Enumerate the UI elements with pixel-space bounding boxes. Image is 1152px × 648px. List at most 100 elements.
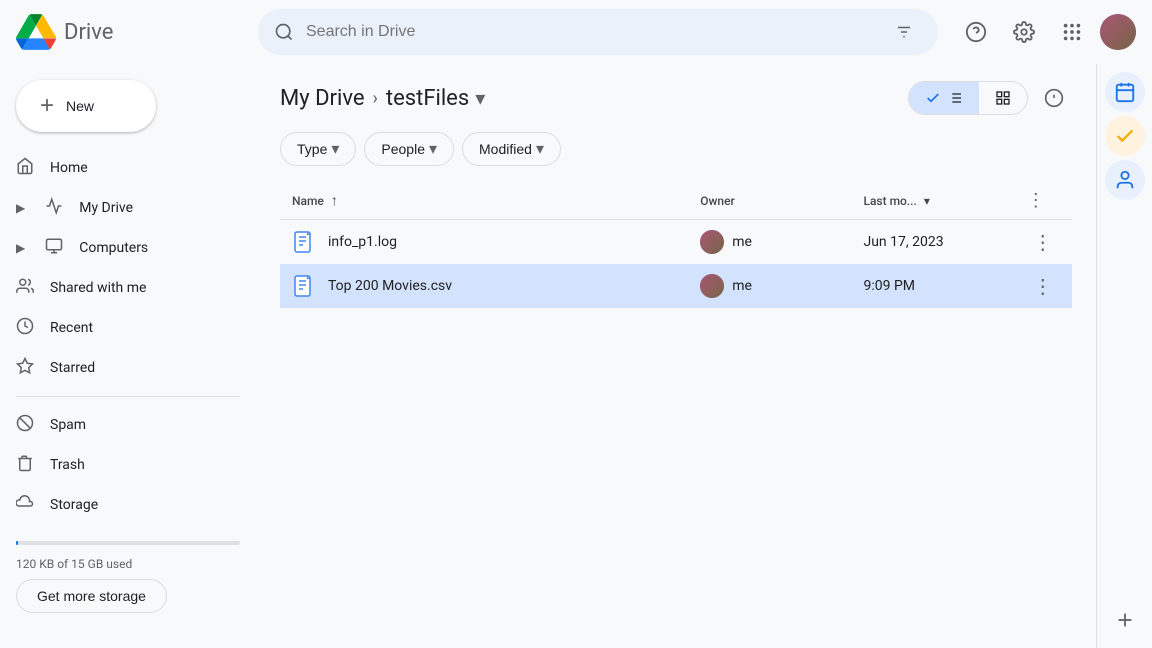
type-filter-chip[interactable]: Type ▾ [280,132,356,166]
sidebar-item-shared-with-me[interactable]: Shared with me [0,268,240,308]
info-button[interactable] [1036,80,1072,116]
logo-area: Drive [16,12,246,52]
apps-button[interactable] [1052,12,1092,52]
storage-section: 120 KB of 15 GB used Get more storage [0,533,256,621]
file-name: info_p1.log [328,234,397,250]
tasks-app-button[interactable] [1105,116,1145,156]
add-app-button[interactable] [1105,600,1145,640]
my-drive-icon [45,197,63,220]
spam-icon [16,414,34,437]
modified-cell-0: Jun 17, 2023 [851,220,1014,265]
sidebar-my-drive-label: My Drive [79,200,133,216]
file-doc-icon [292,274,316,298]
storage-usage-text: 120 KB of 15 GB used [16,557,240,571]
owner-name: me [732,234,752,250]
starred-icon [16,357,34,380]
modified-filter-arrow-icon: ▾ [536,139,544,159]
right-sidebar [1096,64,1152,648]
file-name-cell-1: Top 200 Movies.csv [280,264,688,308]
search-input[interactable] [306,23,875,41]
file-name: Top 200 Movies.csv [328,278,452,294]
recent-icon [16,317,34,340]
contacts-app-button[interactable] [1105,160,1145,200]
sidebar-item-starred[interactable]: Starred [0,348,240,388]
file-more-options-button[interactable]: ⋮ [1027,270,1059,302]
people-filter-arrow-icon: ▾ [429,139,437,159]
sidebar: + New Home ▶ My Drive ▶ Computers [0,64,256,648]
breadcrumb: My Drive › testFiles ▾ [280,86,485,111]
actions-cell-1: ⋮ [1015,264,1072,308]
owner-avatar [700,230,724,254]
help-button[interactable] [956,12,996,52]
topbar: Drive [0,0,1152,64]
sidebar-trash-label: Trash [50,457,85,473]
type-filter-label: Type [297,141,327,157]
grid-view-button[interactable] [979,82,1027,114]
sidebar-divider [16,396,240,397]
sidebar-item-my-drive[interactable]: ▶ My Drive [0,188,240,228]
modified-date: Jun 17, 2023 [863,234,943,250]
owner-cell-1: me [688,264,851,308]
sidebar-item-storage[interactable]: Storage [0,485,240,525]
owner-name: me [732,278,752,294]
sidebar-item-computers[interactable]: ▶ Computers [0,228,240,268]
sidebar-storage-label: Storage [50,497,98,513]
folder-dropdown-icon[interactable]: ▾ [475,86,485,110]
modified-sort-icon: ▾ [924,194,930,208]
get-storage-button[interactable]: Get more storage [16,579,167,613]
user-avatar[interactable] [1100,14,1136,50]
home-icon [16,157,34,180]
settings-button[interactable] [1004,12,1044,52]
app-title: Drive [64,20,113,45]
sidebar-item-recent[interactable]: Recent [0,308,240,348]
list-view-button[interactable] [909,82,979,114]
content-header: My Drive › testFiles ▾ [280,80,1072,116]
table-row[interactable]: Top 200 Movies.csv me 9:09 PM ⋮ [280,264,1072,308]
file-more-options-button[interactable]: ⋮ [1027,226,1059,258]
trash-icon [16,454,34,477]
new-button-label: New [66,98,94,114]
main-body: + New Home ▶ My Drive ▶ Computers [0,64,1152,648]
owner-column-header[interactable]: Owner [688,182,851,220]
drive-logo-icon [16,12,56,52]
modified-cell-1: 9:09 PM [851,264,1014,308]
filter-row: Type ▾ People ▾ Modified ▾ [280,132,1072,166]
modified-column-header[interactable]: Last mo... ▾ [851,182,1014,220]
search-icon [274,22,294,42]
sidebar-item-trash[interactable]: Trash [0,445,240,485]
name-column-header[interactable]: Name ↑ [280,182,688,220]
sidebar-recent-label: Recent [50,320,93,336]
breadcrumb-separator: › [373,88,378,109]
content-area: My Drive › testFiles ▾ [256,64,1096,648]
new-button[interactable]: + New [16,80,156,132]
sidebar-item-spam[interactable]: Spam [0,405,240,445]
sidebar-computers-label: Computers [79,240,148,256]
file-table-body: info_p1.log me Jun 17, 2023 ⋮ [280,220,1072,309]
name-sort-icon: ↑ [331,193,338,209]
sidebar-home-label: Home [50,160,88,176]
people-filter-chip[interactable]: People ▾ [364,132,454,166]
topbar-actions [956,12,1136,52]
sidebar-starred-label: Starred [50,360,95,376]
modified-date: 9:09 PM [863,278,915,294]
file-table-header: Name ↑ Owner Last mo... ▾ ⋮ [280,182,1072,220]
shared-icon [16,277,34,300]
computers-icon [45,237,63,260]
breadcrumb-parent[interactable]: My Drive [280,86,365,111]
sidebar-spam-label: Spam [50,417,86,433]
list-view-lines-icon [947,90,963,106]
view-toggle [908,81,1028,115]
storage-bar-fill [16,541,18,545]
view-controls [908,80,1072,116]
new-plus-icon: + [40,94,54,118]
storage-icon [16,494,34,517]
search-filter-button[interactable] [887,12,922,52]
type-filter-arrow-icon: ▾ [331,139,339,159]
file-table: Name ↑ Owner Last mo... ▾ ⋮ [280,182,1072,308]
table-row[interactable]: info_p1.log me Jun 17, 2023 ⋮ [280,220,1072,265]
calendar-app-button[interactable] [1105,72,1145,112]
breadcrumb-current: testFiles ▾ [386,86,485,111]
sidebar-item-home[interactable]: Home [0,148,240,188]
list-view-check-icon [925,90,941,106]
modified-filter-chip[interactable]: Modified ▾ [462,132,561,166]
